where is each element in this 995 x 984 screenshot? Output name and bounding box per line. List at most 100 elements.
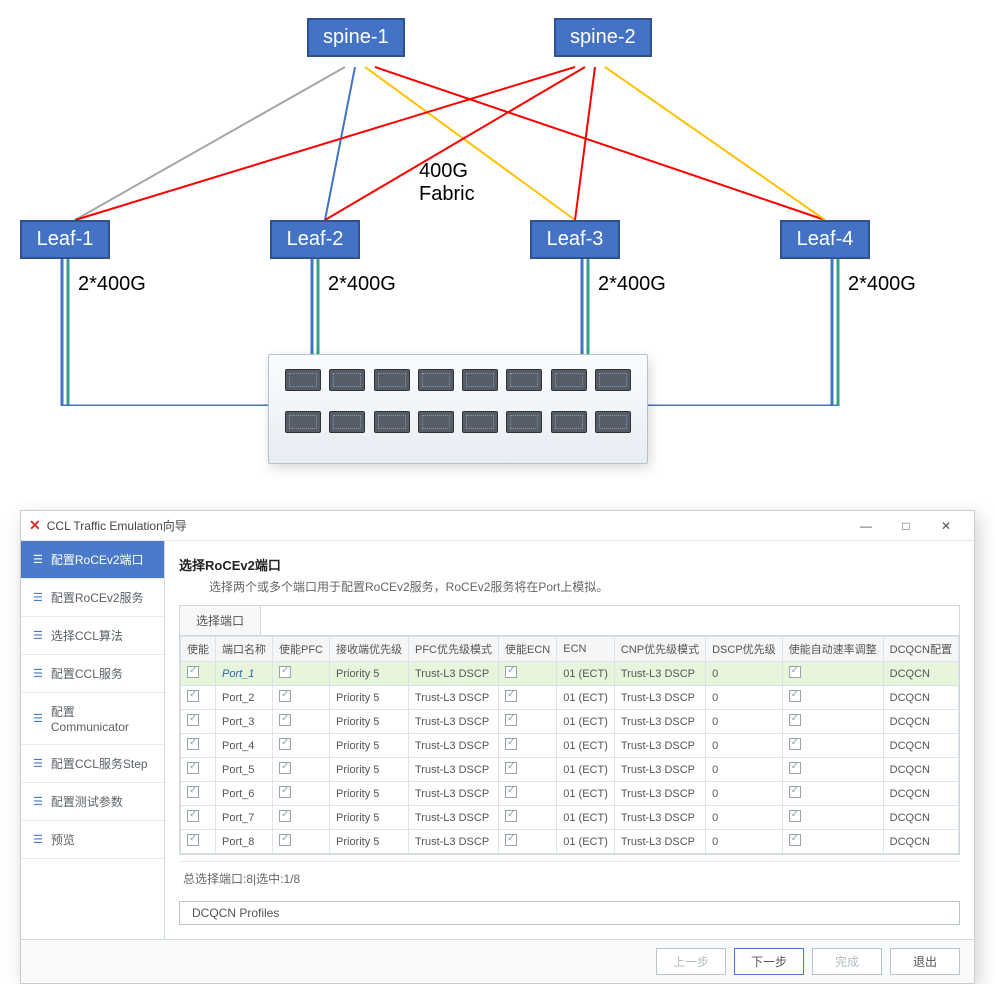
sidebar-item-0[interactable]: ☰配置RoCEv2端口 <box>21 541 164 579</box>
spine-2-node: spine-2 <box>554 18 652 57</box>
checkbox-icon[interactable] <box>187 738 199 750</box>
checkbox-icon[interactable] <box>789 666 801 678</box>
checkbox-icon[interactable] <box>279 786 291 798</box>
checkbox-icon[interactable] <box>187 714 199 726</box>
cnp-mode: Trust-L3 DSCP <box>614 758 705 782</box>
dscp: 0 <box>706 734 783 758</box>
table-row[interactable]: Port_5Priority 5Trust-L3 DSCP01 (ECT)Tru… <box>181 758 959 782</box>
table-row[interactable]: Port_3Priority 5Trust-L3 DSCP01 (ECT)Tru… <box>181 710 959 734</box>
dcqcn: DCQCN <box>883 686 958 710</box>
table-row[interactable]: Port_2Priority 5Trust-L3 DSCP01 (ECT)Tru… <box>181 686 959 710</box>
pfc-mode: Trust-L3 DSCP <box>409 806 499 830</box>
switch-device <box>268 354 648 464</box>
checkbox-icon[interactable] <box>187 786 199 798</box>
tabstrip: 选择端口 <box>179 605 960 635</box>
section-desc: 选择两个或多个端口用于配置RoCEv2服务，RoCEv2服务将在Port上模拟。 <box>179 576 960 605</box>
column-header[interactable]: PFC优先级模式 <box>409 637 499 662</box>
checkbox-icon[interactable] <box>505 786 517 798</box>
dscp: 0 <box>706 758 783 782</box>
column-header[interactable]: 接收端优先级 <box>330 637 409 662</box>
checkbox-icon[interactable] <box>279 738 291 750</box>
checkbox-icon[interactable] <box>505 666 517 678</box>
finish-button[interactable]: 完成 <box>812 948 882 975</box>
node-label: spine-2 <box>570 26 636 49</box>
column-header[interactable]: 使能自动速率调整 <box>782 637 883 662</box>
checkbox-icon[interactable] <box>187 762 199 774</box>
fabric-label: 400G Fabric <box>419 160 475 206</box>
section-title: 选择RoCEv2端口 <box>179 549 960 576</box>
checkbox-icon[interactable] <box>789 786 801 798</box>
port-name: Port_5 <box>216 758 273 782</box>
rx-priority: Priority 5 <box>330 662 409 686</box>
node-label: Leaf-4 <box>797 228 854 251</box>
port-name: Port_2 <box>216 686 273 710</box>
exit-button[interactable]: 退出 <box>890 948 960 975</box>
checkbox-icon[interactable] <box>505 738 517 750</box>
cnp-mode: Trust-L3 DSCP <box>614 830 705 854</box>
prev-button[interactable]: 上一步 <box>656 948 726 975</box>
checkbox-icon[interactable] <box>187 810 199 822</box>
checkbox-icon[interactable] <box>279 714 291 726</box>
leaf2-link-label: 2*400G <box>328 273 396 296</box>
dcqcn-profiles-button[interactable]: DCQCN Profiles <box>179 901 960 925</box>
sidebar-item-label: 配置测试参数 <box>51 793 123 810</box>
sidebar-item-3[interactable]: ☰配置CCL服务 <box>21 655 164 693</box>
checkbox-icon[interactable] <box>279 690 291 702</box>
port-name: Port_6 <box>216 782 273 806</box>
next-button[interactable]: 下一步 <box>734 948 804 975</box>
pfc-mode: Trust-L3 DSCP <box>409 782 499 806</box>
close-button[interactable]: ✕ <box>926 511 966 541</box>
checkbox-icon[interactable] <box>279 762 291 774</box>
checkbox-icon[interactable] <box>789 762 801 774</box>
column-header[interactable]: 使能ECN <box>499 637 557 662</box>
checkbox-icon[interactable] <box>279 834 291 846</box>
checkbox-icon[interactable] <box>187 834 199 846</box>
column-header[interactable]: DSCP优先级 <box>706 637 783 662</box>
sidebar-item-2[interactable]: ☰选择CCL算法 <box>21 617 164 655</box>
tab-select-ports[interactable]: 选择端口 <box>180 606 261 635</box>
checkbox-icon[interactable] <box>505 762 517 774</box>
column-header[interactable]: 使能PFC <box>273 637 330 662</box>
checkbox-icon[interactable] <box>279 810 291 822</box>
column-header[interactable]: 端口名称 <box>216 637 273 662</box>
spine-1-node: spine-1 <box>307 18 405 57</box>
dcqcn: DCQCN <box>883 710 958 734</box>
checkbox-icon[interactable] <box>187 666 199 678</box>
checkbox-icon[interactable] <box>505 690 517 702</box>
column-header[interactable]: DCQCN配置 <box>883 637 958 662</box>
sidebar-item-7[interactable]: ☰预览 <box>21 821 164 859</box>
sidebar-item-6[interactable]: ☰配置测试参数 <box>21 783 164 821</box>
table-row[interactable]: Port_8Priority 5Trust-L3 DSCP01 (ECT)Tru… <box>181 830 959 854</box>
sidebar-item-1[interactable]: ☰配置RoCEv2服务 <box>21 579 164 617</box>
sidebar-item-label: 配置Communicator <box>51 703 152 734</box>
table-row[interactable]: Port_4Priority 5Trust-L3 DSCP01 (ECT)Tru… <box>181 734 959 758</box>
column-header[interactable]: ECN <box>557 637 615 662</box>
sidebar-item-4[interactable]: ☰配置Communicator <box>21 693 164 745</box>
ecn: 01 (ECT) <box>557 686 615 710</box>
minimize-button[interactable]: — <box>846 511 886 541</box>
sidebar-item-5[interactable]: ☰配置CCL服务Step <box>21 745 164 783</box>
checkbox-icon[interactable] <box>789 834 801 846</box>
checkbox-icon[interactable] <box>789 738 801 750</box>
checkbox-icon[interactable] <box>505 714 517 726</box>
checkbox-icon[interactable] <box>279 666 291 678</box>
checkbox-icon[interactable] <box>789 810 801 822</box>
column-header[interactable]: 使能 <box>181 637 216 662</box>
rx-priority: Priority 5 <box>330 686 409 710</box>
column-header[interactable]: CNP优先级模式 <box>614 637 705 662</box>
hamburger-icon: ☰ <box>33 667 41 680</box>
maximize-button[interactable]: □ <box>886 511 926 541</box>
checkbox-icon[interactable] <box>789 690 801 702</box>
leaf-2-node: Leaf-2 <box>270 220 360 259</box>
table-row[interactable]: Port_6Priority 5Trust-L3 DSCP01 (ECT)Tru… <box>181 782 959 806</box>
wizard-footer: 上一步 下一步 完成 退出 <box>21 939 974 983</box>
dscp: 0 <box>706 710 783 734</box>
checkbox-icon[interactable] <box>789 714 801 726</box>
checkbox-icon[interactable] <box>187 690 199 702</box>
ecn: 01 (ECT) <box>557 662 615 686</box>
table-row[interactable]: Port_1Priority 5Trust-L3 DSCP01 (ECT)Tru… <box>181 662 959 686</box>
checkbox-icon[interactable] <box>505 834 517 846</box>
table-row[interactable]: Port_7Priority 5Trust-L3 DSCP01 (ECT)Tru… <box>181 806 959 830</box>
checkbox-icon[interactable] <box>505 810 517 822</box>
dscp: 0 <box>706 662 783 686</box>
